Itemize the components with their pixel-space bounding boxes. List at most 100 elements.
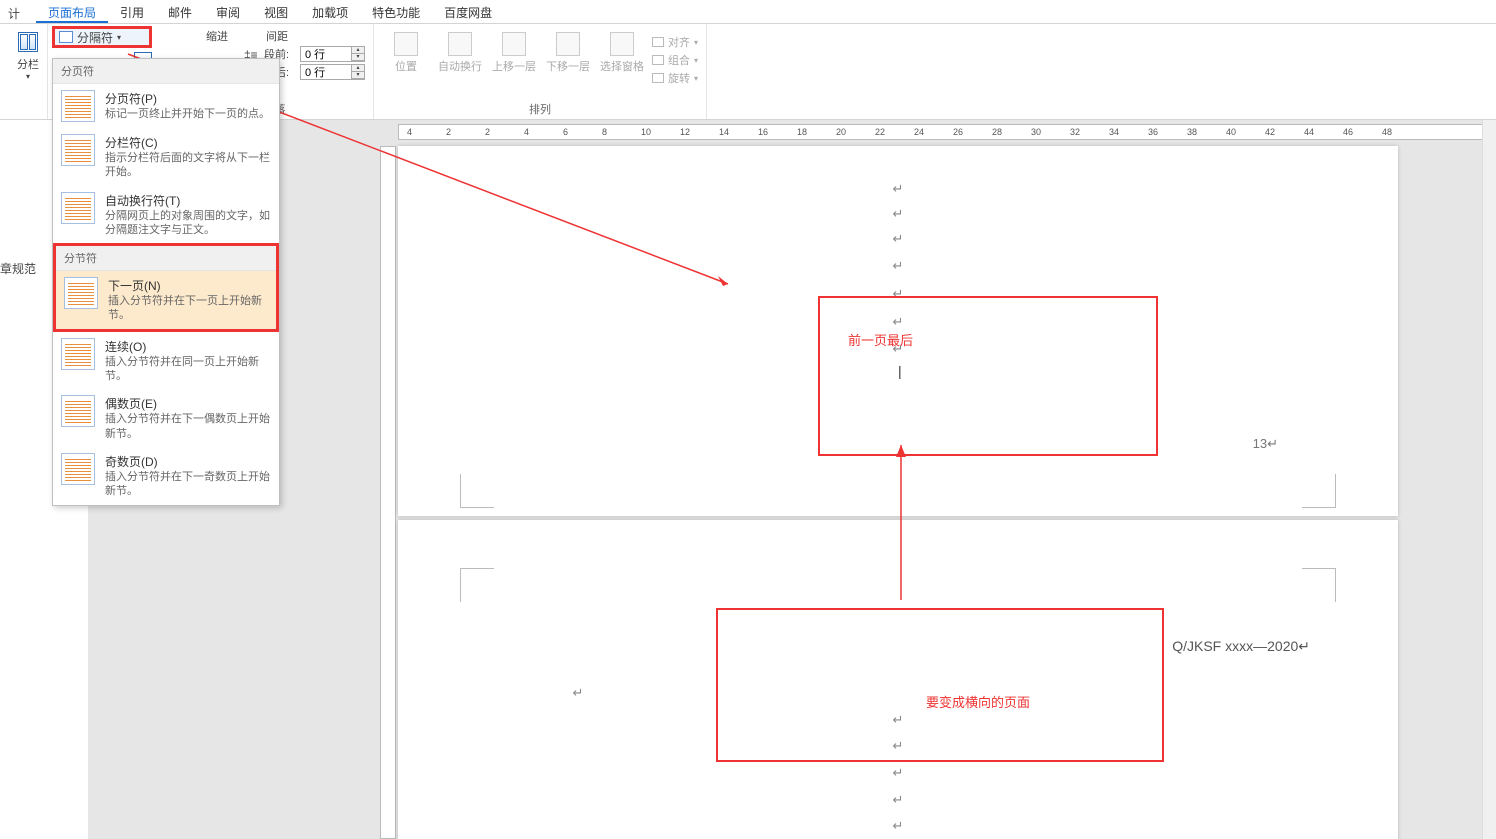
paragraph-mark: ↵ — [893, 231, 904, 247]
ruler-tick: 34 — [1109, 127, 1119, 137]
ruler-tick: 6 — [563, 127, 568, 137]
horizontal-ruler[interactable]: 4224681012141618202224262830323436384042… — [398, 124, 1488, 140]
tab-features[interactable]: 特色功能 — [360, 0, 432, 23]
dd-continuous[interactable]: 连续(O)插入分节符并在同一页上开始新节。 — [53, 332, 279, 390]
annotation-box-2 — [716, 608, 1164, 762]
doc-page-2[interactable]: Q/JKSF xxxx—2020↵ ↵ ↵ ↵ ↵ ↵ ↵ ↵ ↵ ↵ 要变成横… — [398, 520, 1398, 839]
breaks-icon — [59, 31, 73, 43]
select-pane-icon — [610, 32, 634, 56]
ruler-tick: 2 — [485, 127, 490, 137]
crop-mark — [460, 474, 494, 508]
annotation-text-1: 前一页最后 — [848, 330, 913, 349]
wrap-break-icon — [61, 192, 95, 224]
bring-front-button[interactable]: 上移一层 — [490, 32, 538, 86]
arrange-group-label: 排列 — [374, 101, 706, 117]
crop-mark — [1302, 474, 1336, 508]
continuous-icon — [61, 338, 95, 370]
ruler-tick: 24 — [914, 127, 924, 137]
wrap-icon — [448, 32, 472, 56]
dd-page-break[interactable]: 分页符(P)标记一页终止并开始下一页的点。 — [53, 84, 279, 128]
page-break-icon — [61, 90, 95, 122]
truncated-left-label: 章规范 — [0, 260, 36, 277]
indent-header: 缩进 — [206, 28, 228, 44]
columns-button[interactable]: 分栏 ▾ — [8, 26, 48, 81]
doc-page-1[interactable]: ↵ ↵ ↵ ↵ ↵ ↵ ↵ | 13↵ 前一页最后 — [398, 146, 1398, 516]
page-number: 13↵ — [1253, 436, 1278, 452]
annotation-box-1 — [818, 296, 1158, 456]
tab-references[interactable]: 引用 — [108, 0, 156, 23]
ruler-tick: 28 — [992, 127, 1002, 137]
tab-addins[interactable]: 加载项 — [300, 0, 360, 23]
send-back-button[interactable]: 下移一层 — [544, 32, 592, 86]
ruler-tick: 46 — [1343, 127, 1353, 137]
breaks-dropdown: 分页符 分页符(P)标记一页终止并开始下一页的点。 分栏符(C)指示分栏符后面的… — [52, 58, 280, 506]
paragraph-mark: ↵ — [893, 818, 904, 834]
ruler-tick: 10 — [641, 127, 651, 137]
document-canvas: 4224681012141618202224262830323436384042… — [88, 120, 1496, 839]
ruler-tick: 40 — [1226, 127, 1236, 137]
ruler-tick: 32 — [1070, 127, 1080, 137]
dd-column-break[interactable]: 分栏符(C)指示分栏符后面的文字将从下一栏开始。 — [53, 128, 279, 186]
ruler-tick: 42 — [1265, 127, 1275, 137]
spacing-before-input[interactable]: ▴▾ — [300, 46, 365, 62]
ruler-tick: 26 — [953, 127, 963, 137]
breaks-button[interactable]: 分隔符 ▾ — [52, 26, 152, 48]
paragraph-mark: ↵ — [893, 206, 904, 222]
rotate-button[interactable]: 旋转▾ — [652, 70, 698, 86]
vertical-scrollbar[interactable] — [1482, 120, 1496, 839]
dd-next-page[interactable]: 下一页(N)插入分节符并在下一页上开始新节。 — [56, 271, 276, 329]
ruler-tick: 36 — [1148, 127, 1158, 137]
group-icon — [652, 55, 664, 65]
truncated-tab-left: 计 — [8, 5, 20, 22]
ruler-tick: 30 — [1031, 127, 1041, 137]
dd-text-wrap-break[interactable]: 自动换行符(T)分隔网页上的对象周围的文字，如分隔题注文字与正文。 — [53, 186, 279, 244]
ruler-tick: 8 — [602, 127, 607, 137]
ruler-tick: 4 — [407, 127, 412, 137]
align-button[interactable]: 对齐▾ — [652, 34, 698, 50]
tab-mail[interactable]: 邮件 — [156, 0, 204, 23]
ruler-tick: 20 — [836, 127, 846, 137]
wrap-button[interactable]: 自动换行 — [436, 32, 484, 86]
tab-review[interactable]: 审阅 — [204, 0, 252, 23]
position-button[interactable]: 位置 — [382, 32, 430, 86]
next-page-icon — [64, 277, 98, 309]
paragraph-mark: ↵ — [573, 685, 584, 701]
chevron-down-icon: ▾ — [117, 33, 121, 42]
columns-icon — [18, 32, 38, 52]
paragraph-mark: ↵ — [893, 765, 904, 781]
ruler-tick: 48 — [1382, 127, 1392, 137]
annotation-text-2: 要变成横向的页面 — [926, 692, 1030, 711]
spacing-after-input[interactable]: ▴▾ — [300, 64, 365, 80]
send-back-icon — [556, 32, 580, 56]
tab-baidu[interactable]: 百度网盘 — [432, 0, 504, 23]
ruler-tick: 44 — [1304, 127, 1314, 137]
ruler-tick: 22 — [875, 127, 885, 137]
group-button[interactable]: 组合▾ — [652, 52, 698, 68]
column-break-icon — [61, 134, 95, 166]
tab-page-layout[interactable]: 页面布局 — [36, 0, 108, 23]
ruler-tick: 14 — [719, 127, 729, 137]
align-icon — [652, 37, 664, 47]
ruler-tick: 38 — [1187, 127, 1197, 137]
bring-front-icon — [502, 32, 526, 56]
page-breaks-header: 分页符 — [53, 59, 279, 84]
paragraph-mark: ↵ — [893, 181, 904, 197]
ruler-tick: 2 — [446, 127, 451, 137]
select-pane-button[interactable]: 选择窗格 — [598, 32, 646, 86]
dd-odd-page[interactable]: 奇数页(D)插入分节符并在下一奇数页上开始新节。 — [53, 447, 279, 505]
ruler-tick: 16 — [758, 127, 768, 137]
odd-page-icon — [61, 453, 95, 485]
vertical-ruler[interactable] — [380, 146, 396, 839]
main-tab-bar: 计 页面布局 引用 邮件 审阅 视图 加载项 特色功能 百度网盘 — [0, 0, 1496, 24]
rotate-icon — [652, 73, 664, 83]
paragraph-mark: ↵ — [893, 258, 904, 274]
crop-mark — [1302, 568, 1336, 602]
even-page-icon — [61, 395, 95, 427]
paragraph-mark: ↵ — [893, 792, 904, 808]
ruler-tick: 18 — [797, 127, 807, 137]
spacing-header: 间距 — [266, 28, 365, 44]
section-breaks-header: 分节符 — [56, 246, 276, 271]
crop-mark — [460, 568, 494, 602]
dd-even-page[interactable]: 偶数页(E)插入分节符并在下一偶数页上开始新节。 — [53, 389, 279, 447]
tab-view[interactable]: 视图 — [252, 0, 300, 23]
